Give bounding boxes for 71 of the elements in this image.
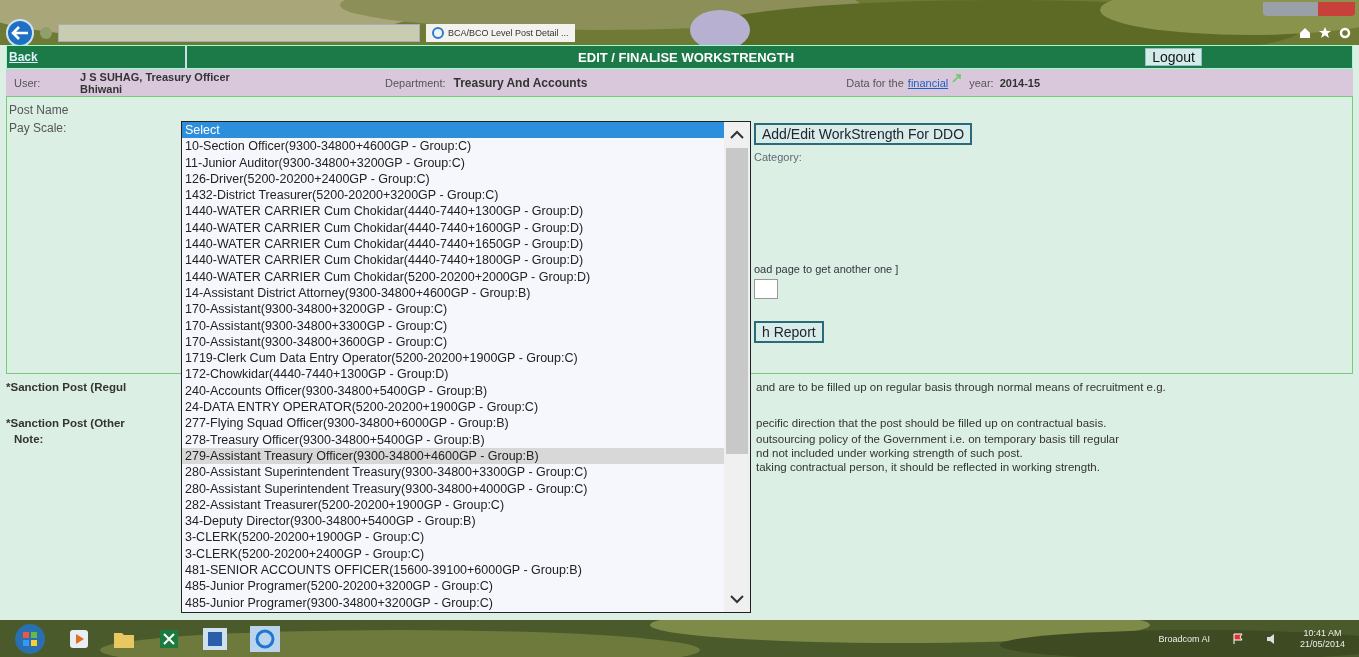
dropdown-option[interactable]: 481-SENIOR ACCOUNTS OFFICER(15600-39100+6000GP - Group:B) (182, 562, 724, 579)
dropdown-option[interactable]: 3-CLERK(5200-20200+1900GP - Group:C) (182, 529, 724, 546)
dropdown-option[interactable]: 1440-WATER CARRIER Cum Chokidar(4440-7440+1650GP - Group:D) (182, 236, 724, 253)
financial-link[interactable]: financial (907, 76, 949, 89)
sanction-other-label: *Sanction Post (Other (6, 417, 126, 429)
page-title: EDIT / FINALISE WORKSTRENGTH (577, 49, 796, 65)
dropdown-option[interactable]: 240-Accounts Officer(9300-34800+5400GP - Group:B) (182, 382, 724, 400)
dropdown-option[interactable]: 10-Section Officer(9300-34800+4600GP - Group:C) (182, 138, 724, 155)
scrollbar-thumb[interactable] (726, 148, 748, 454)
department-label: Department: (385, 76, 446, 89)
dropdown-option[interactable]: 279-Assistant Treasury Officer(9300-34800+4600GP - Group:B) (182, 447, 724, 465)
dropdown-option[interactable]: 170-Assistant(9300-34800+3600GP - Group:C) (182, 333, 724, 351)
clock-time: 10:41 AM (1303, 627, 1342, 639)
dropdown-option[interactable]: 14-Assistant District Attorney(9300-34800+4600GP - Group:B) (182, 284, 724, 302)
dropdown-option[interactable]: 1719-Clerk Cum Data Entry Operator(5200-20200+1900GP - Group:C) (182, 350, 724, 367)
note-label: Note: (13, 433, 45, 447)
dropdown-option[interactable]: 1440-WATER CARRIER Cum Chokidar(4440-7440+1300GP - Group:D) (182, 203, 724, 220)
input-field[interactable] (754, 279, 778, 299)
dropdown-option[interactable]: 1440-WATER CARRIER Cum Chokidar(4440-7440+1600GP - Group:D) (182, 219, 724, 237)
add-edit-workstrength-button[interactable]: Add/Edit WorkStrength For DDO (754, 123, 973, 145)
dropdown-option[interactable]: 1432-District Treasurer(5200-20200+3200GP - Group:C) (182, 187, 724, 204)
report-button[interactable]: h Report (754, 321, 824, 343)
dropdown-option[interactable]: 3-CLERK(5200-20200+2400GP - Group:C) (182, 545, 724, 562)
ie-icon (432, 27, 444, 39)
dropdown-option[interactable]: 11-Junior Auditor(9300-34800+3200GP - Group:C) (182, 154, 724, 171)
sanction-regular-text: and are to be filled up on regular basis through normal means of recruitment e.g. (756, 381, 1167, 393)
dropdown-option[interactable]: 280-Assistant Superintendent Treasury(9300-34800+4000GP - Group:C) (182, 480, 724, 497)
network-label: Broadcom AI (1158, 633, 1210, 644)
dropdown-option[interactable]: 172-Chowkidar(4440-7440+1300GP - Group:D) (182, 366, 724, 383)
back-arrow-icon (11, 26, 29, 40)
dropdown-option[interactable]: 485-Junior Programer(5200-20200+3200GP - Group:C) (182, 578, 724, 595)
external-link-icon (952, 74, 962, 83)
dropdown-option[interactable]: 126-Driver(5200-20200+2400GP - Group:C) (182, 170, 724, 188)
dropdown-option[interactable]: 280-Assistant Superintendent Treasury(9300-34800+3300GP - Group:C) (182, 464, 724, 481)
note-line: nd not included under working strength of such post. (756, 447, 1024, 459)
user-name: J S SUHAG, Treasury Officer Bhiwani (79, 70, 231, 95)
flag-icon (1231, 632, 1244, 645)
dropdown-option[interactable]: 1440-WATER CARRIER Cum Chokidar(4440-7440+1800GP - Group:D) (182, 252, 724, 269)
dropdown-option[interactable]: 1440-WATER CARRIER Cum Chokidar(5200-20200+2000GP - Group:D) (182, 268, 724, 285)
year-value: 2014-15 (999, 76, 1041, 89)
browser-tab[interactable]: BCA/BCO Level Post Detail ... (426, 24, 575, 42)
logout-button[interactable]: Logout (1145, 48, 1202, 66)
category-label: Category: (754, 151, 802, 163)
start-button[interactable] (14, 622, 46, 655)
dropdown-option[interactable]: 277-Flying Squad Officer(9300-34800+6000GP - Group:B) (182, 415, 724, 432)
post-name-label: Post Name (9, 103, 70, 117)
scroll-up-icon[interactable] (729, 130, 745, 140)
dropdown-option[interactable]: 34-Deputy Director(9300-34800+5400GP - Group:B) (182, 513, 724, 530)
user-label: User: (13, 76, 42, 89)
data-for-label: Data for the (846, 76, 904, 89)
reload-hint: oad page to get another one ] (754, 263, 899, 275)
star-icon[interactable] (1319, 27, 1331, 39)
dropdown-option[interactable]: 278-Treasury Officer(9300-34800+5400GP - Group:B) (182, 431, 724, 448)
dropdown-option[interactable]: 170-Assistant(9300-34800+3300GP - Group:C) (182, 317, 724, 334)
clock-date: 21/05/2014 (1299, 638, 1345, 650)
year-label: year: (969, 76, 994, 89)
note-line: taking contractual person, it should be reflected in working strength. (756, 461, 1101, 473)
dropdown-option[interactable]: 282-Assistant Treasurer(5200-20200+1900GP - Group:C) (182, 496, 724, 514)
document-icon[interactable] (202, 626, 228, 651)
dropdown-option[interactable]: 24-DATA ENTRY OPERATOR(5200-20200+1900GP - Group:C) (182, 399, 724, 416)
home-icon[interactable] (1299, 27, 1311, 39)
pay-scale-label: Pay Scale: (9, 121, 68, 135)
sanction-regular-label: *Sanction Post (Regul (6, 381, 128, 393)
ie-icon[interactable] (250, 625, 280, 652)
scroll-down-icon[interactable] (729, 594, 745, 604)
dropdown-option[interactable]: 485-Junior Programer(9300-34800+3200GP - Group:C) (182, 594, 724, 611)
sanction-other-text: pecific direction that the post should be filled up on contractual basis. (756, 417, 1108, 429)
note-line: outsourcing policy of the Government i.e. on temporary basis till regular (756, 433, 1121, 445)
dropdown-option[interactable]: 170-Assistant(9300-34800+3200GP - Group:C) (182, 301, 724, 318)
post-dropdown-list[interactable] (181, 121, 751, 613)
department-value: Treasury And Accounts (453, 75, 588, 90)
